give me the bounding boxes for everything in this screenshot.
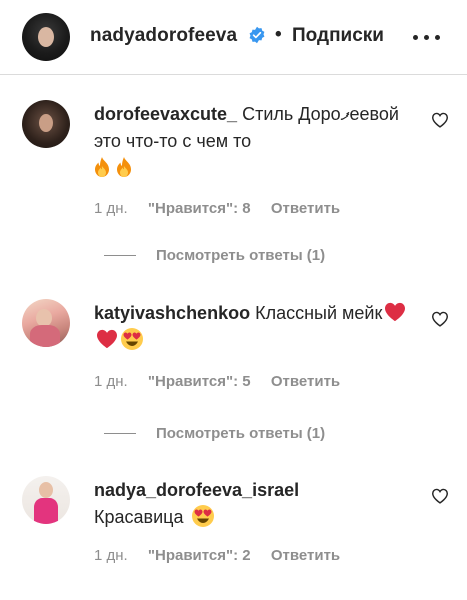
likes-count[interactable]: "Нравится": 2: [148, 547, 251, 564]
comment-meta: 1 дн. "Нравится": 2 Ответить: [94, 547, 356, 564]
red-heart-emoji-icon: [385, 302, 406, 322]
like-heart-icon[interactable]: [431, 311, 449, 327]
fire-emoji-icon: [95, 157, 109, 177]
author-username[interactable]: nadyadorofeeva: [90, 25, 237, 47]
commenter-avatar[interactable]: [22, 299, 70, 347]
comment-meta: 1 дн. "Нравится": 5 Ответить: [94, 373, 356, 390]
heart-eyes-emoji-icon: [121, 328, 143, 350]
verified-badge-icon: [249, 26, 265, 44]
heart-eyes-emoji-icon: [192, 505, 215, 527]
comment-body: Классный мейк: [255, 303, 383, 323]
commenter-avatar[interactable]: [22, 476, 70, 524]
following-button[interactable]: Подписки: [292, 25, 384, 47]
view-replies-label[interactable]: Посмотреть ответы (1): [156, 247, 325, 264]
reply-button[interactable]: Ответить: [271, 200, 340, 217]
like-heart-icon[interactable]: [431, 112, 449, 128]
comment-text: nadya_dorofeeva_israel Красавица: [94, 477, 414, 531]
commenter-username[interactable]: nadya_dorofeeva_israel: [94, 480, 299, 500]
fire-emoji-icon: [117, 157, 131, 177]
commenter-avatar[interactable]: [22, 100, 70, 148]
header-separator: •: [275, 24, 282, 45]
comment-text: dorofeevaxcute_ Стиль Дороފеевой это что…: [94, 101, 414, 182]
commenter-username[interactable]: katyivashchenkoo: [94, 303, 250, 323]
comment-body: Красавица: [94, 507, 184, 527]
view-replies-label[interactable]: Посмотреть ответы (1): [156, 425, 325, 442]
red-heart-emoji-icon: [97, 329, 117, 349]
comment-meta: 1 дн. "Нравится": 8 Ответить: [94, 200, 356, 217]
view-replies-button[interactable]: Посмотреть ответы (1): [104, 425, 325, 442]
replies-divider: [104, 432, 136, 434]
post-header: nadyadorofeeva • Подписки: [0, 0, 467, 75]
comment-time: 1 дн.: [94, 373, 128, 390]
more-options-icon[interactable]: [413, 35, 443, 43]
like-heart-icon[interactable]: [431, 488, 449, 504]
comment-time: 1 дн.: [94, 200, 128, 217]
comment-text: katyivashchenkoo Классный мейк: [94, 300, 414, 354]
likes-count[interactable]: "Нравится": 8: [148, 200, 251, 217]
view-replies-button[interactable]: Посмотреть ответы (1): [104, 247, 325, 264]
reply-button[interactable]: Ответить: [271, 547, 340, 564]
author-avatar[interactable]: [22, 13, 70, 61]
commenter-username[interactable]: dorofeevaxcute_: [94, 104, 237, 124]
replies-divider: [104, 254, 136, 256]
comment-time: 1 дн.: [94, 547, 128, 564]
reply-button[interactable]: Ответить: [271, 373, 340, 390]
likes-count[interactable]: "Нравится": 5: [148, 373, 251, 390]
